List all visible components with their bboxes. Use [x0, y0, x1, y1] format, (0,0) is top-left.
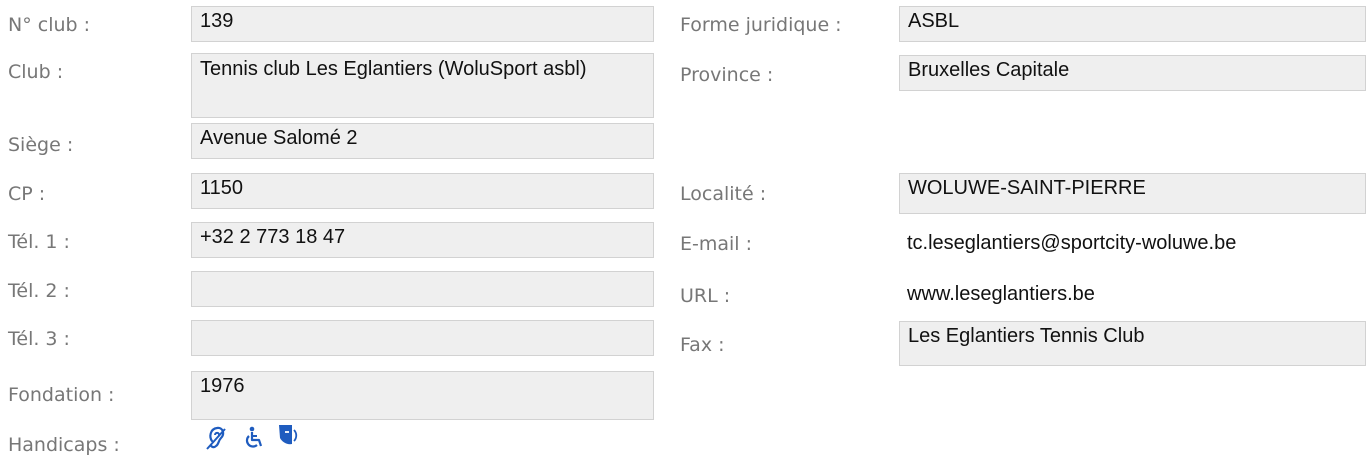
tel1-field: +32 2 773 18 47	[191, 222, 654, 258]
wheelchair-icon	[240, 425, 266, 451]
club-number-field: 139	[191, 6, 654, 42]
forme-juridique-label: Forme juridique :	[680, 14, 842, 36]
fondation-label: Fondation :	[8, 384, 115, 406]
province-field: Bruxelles Capitale	[899, 55, 1366, 91]
siege-label: Siège :	[8, 134, 74, 156]
cp-label: CP :	[8, 183, 46, 205]
tel1-label: Tél. 1 :	[8, 231, 70, 253]
handicaps-label: Handicaps :	[8, 434, 120, 456]
siege-field: Avenue Salomé 2	[191, 123, 654, 159]
website-link[interactable]: www.leseglantiers.be	[907, 281, 1095, 307]
email-label: E-mail :	[680, 233, 753, 255]
club-label: Club :	[8, 61, 64, 83]
localite-field: WOLUWE-SAINT-PIERRE	[899, 173, 1366, 214]
visually-impaired-icon	[276, 422, 302, 448]
fax-label: Fax :	[680, 334, 725, 356]
club-name-field: Tennis club Les Eglantiers (WoluSport as…	[191, 53, 654, 118]
forme-juridique-field: ASBL	[899, 6, 1366, 42]
fax-field: Les Eglantiers Tennis Club	[899, 321, 1366, 366]
tel2-label: Tél. 2 :	[8, 280, 70, 302]
url-label: URL :	[680, 285, 731, 307]
tel3-field	[191, 320, 654, 356]
email-link[interactable]: tc.leseglantiers@sportcity-woluwe.be	[907, 230, 1236, 256]
province-label: Province :	[680, 64, 774, 86]
cp-field: 1150	[191, 173, 654, 209]
tel3-label: Tél. 3 :	[8, 328, 70, 350]
hearing-impaired-icon	[203, 425, 229, 451]
fondation-field: 1976	[191, 371, 654, 420]
club-number-label: N° club :	[8, 14, 91, 36]
tel2-field	[191, 271, 654, 307]
localite-label: Localité :	[680, 183, 767, 205]
